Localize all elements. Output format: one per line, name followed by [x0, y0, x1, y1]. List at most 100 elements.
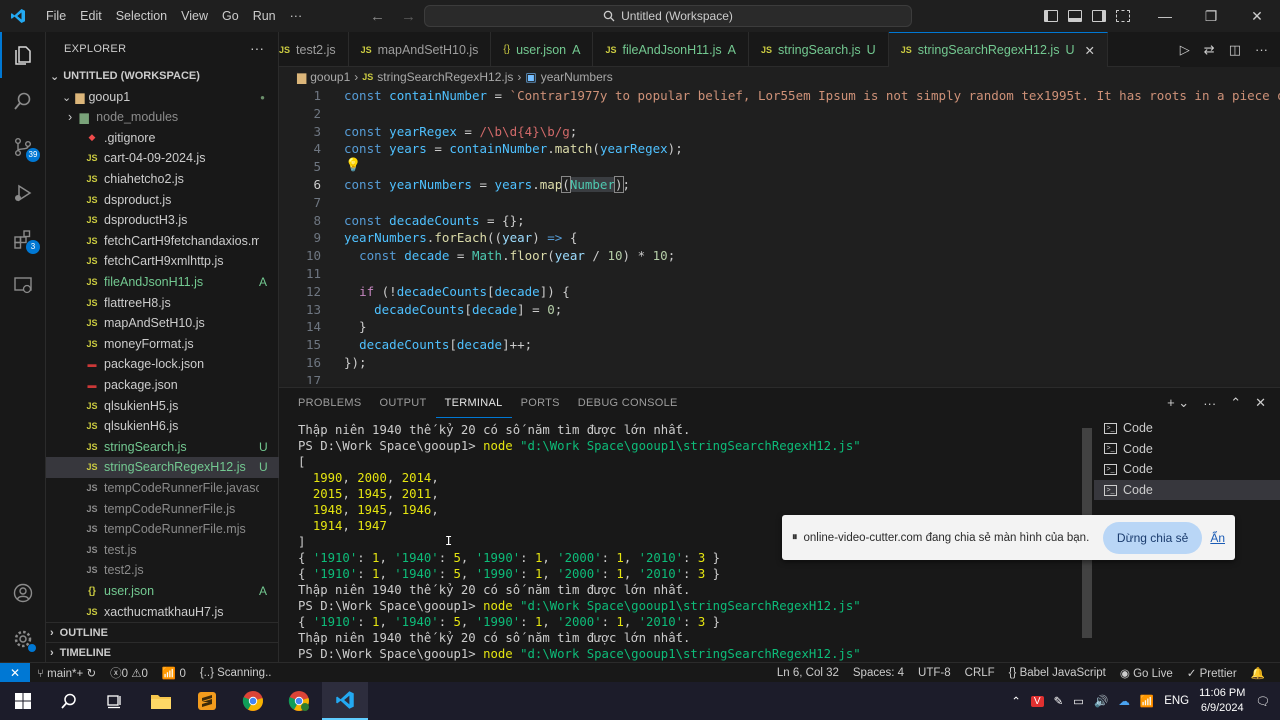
- notification-center-icon[interactable]: 🗨: [1255, 694, 1270, 708]
- line-ending[interactable]: CRLF: [958, 667, 1002, 679]
- close-icon[interactable]: ✕: [1085, 43, 1095, 58]
- file-item[interactable]: › ▆ node_modules: [46, 107, 279, 128]
- file-item[interactable]: JS qlsukienH5.js: [46, 395, 279, 416]
- restore-icon[interactable]: ❐: [1188, 0, 1234, 32]
- file-item[interactable]: JS fetchCartH9fetchandaxios.mjs: [46, 231, 279, 252]
- editor-tab[interactable]: JS fileAndJsonH11.js A: [593, 32, 749, 67]
- menu-view[interactable]: View: [174, 0, 215, 32]
- windows-start-icon[interactable]: [0, 682, 46, 720]
- run-icon[interactable]: ▷: [1180, 42, 1190, 58]
- chevron-up-icon[interactable]: ⌃: [1011, 694, 1021, 708]
- maximize-panel-icon[interactable]: ⌃: [1230, 395, 1241, 411]
- vscode-taskbar-icon[interactable]: [322, 682, 368, 720]
- command-center-search[interactable]: Untitled (Workspace): [424, 5, 912, 27]
- branch-indicator[interactable]: ⑂ main*+ ↻: [30, 666, 103, 680]
- pen-icon[interactable]: ✎: [1054, 694, 1064, 708]
- folder-gooup1[interactable]: ⌄ ▆ gooup1 ●: [46, 87, 279, 108]
- menu-file[interactable]: File: [39, 0, 73, 32]
- language-mode[interactable]: {} Babel JavaScript: [1002, 667, 1113, 679]
- explorer-icon[interactable]: [0, 32, 46, 78]
- close-panel-icon[interactable]: ✕: [1255, 395, 1266, 411]
- file-item[interactable]: JS tempCodeRunnerFile.js: [46, 498, 279, 519]
- menu-edit[interactable]: Edit: [73, 0, 109, 32]
- close-icon[interactable]: ✕: [1234, 0, 1280, 32]
- more-actions-icon[interactable]: ···: [250, 40, 264, 56]
- prettier-status[interactable]: ✓ Prettier: [1180, 666, 1244, 680]
- file-item[interactable]: ▬ package.json: [46, 375, 279, 396]
- tab-problems[interactable]: PROBLEMS: [289, 388, 371, 418]
- terminal-instance[interactable]: >_ Code: [1094, 479, 1280, 501]
- source-control-icon[interactable]: 39: [0, 124, 46, 170]
- chrome-profile-icon[interactable]: [276, 682, 322, 720]
- tab-debug-console[interactable]: DEBUG CONSOLE: [569, 388, 687, 418]
- task-view-icon[interactable]: [92, 682, 138, 720]
- breadcrumb-symbol[interactable]: yearNumbers: [541, 70, 613, 84]
- compare-icon[interactable]: ⇄: [1204, 42, 1215, 58]
- lightbulb-icon[interactable]: 💡: [345, 158, 361, 173]
- file-item[interactable]: JS xacthucmatkhauH7.js: [46, 601, 279, 622]
- customize-layout-icon[interactable]: [1116, 10, 1130, 22]
- wifi-icon[interactable]: 📶: [1140, 694, 1154, 708]
- file-item[interactable]: JS fetchCartH9xmlhttp.js: [46, 251, 279, 272]
- terminal-instance[interactable]: >_ Code: [1094, 418, 1280, 439]
- editor-tab[interactable]: {} user.json A: [491, 32, 594, 67]
- tab-terminal[interactable]: TERMINAL: [435, 388, 512, 418]
- terminal-instance[interactable]: >_ Code: [1094, 439, 1280, 460]
- outline-section[interactable]: › OUTLINE: [46, 622, 279, 642]
- cursor-position[interactable]: Ln 6, Col 32: [770, 667, 846, 679]
- menu-selection[interactable]: Selection: [109, 0, 174, 32]
- editor-tab[interactable]: JS test2.js: [279, 32, 349, 67]
- remote-indicator-icon[interactable]: ✕: [0, 662, 30, 683]
- run-debug-icon[interactable]: [0, 170, 46, 216]
- editor-tab[interactable]: JS stringSearchRegexH12.js U ✕: [888, 32, 1108, 67]
- vivaldi-tray-icon[interactable]: V: [1030, 695, 1044, 707]
- file-item[interactable]: JS fileAndJsonH11.js A: [46, 272, 279, 293]
- timeline-section[interactable]: › TIMELINE: [46, 642, 279, 662]
- file-item[interactable]: JS cart-04-09-2024.js: [46, 148, 279, 169]
- file-item[interactable]: JS test2.js: [46, 560, 279, 581]
- indentation[interactable]: Spaces: 4: [846, 667, 911, 679]
- file-explorer-icon[interactable]: [138, 682, 184, 720]
- file-item[interactable]: JS dsproductH3.js: [46, 210, 279, 231]
- notifications-bell-icon[interactable]: 🔔: [1244, 666, 1272, 680]
- editor-tab[interactable]: JS stringSearch.js U: [749, 32, 889, 67]
- usb-icon[interactable]: ▭: [1073, 694, 1084, 708]
- file-item[interactable]: JS tempCodeRunnerFile.javascript: [46, 478, 279, 499]
- problems-indicator[interactable]: ⓧ0 ⚠0: [103, 665, 155, 681]
- file-item[interactable]: JS qlsukienH6.js: [46, 416, 279, 437]
- file-item[interactable]: ▬ package-lock.json: [46, 354, 279, 375]
- remote-explorer-icon[interactable]: [0, 262, 46, 308]
- toggle-panel-icon[interactable]: [1068, 10, 1082, 22]
- file-item[interactable]: ◆ .gitignore: [46, 128, 279, 149]
- file-item[interactable]: JS mapAndSetH10.js: [46, 313, 279, 334]
- breadcrumb-folder[interactable]: gooup1: [310, 70, 350, 84]
- tab-output[interactable]: OUTPUT: [371, 388, 436, 418]
- breadcrumb-file[interactable]: stringSearchRegexH12.js: [377, 70, 513, 84]
- file-item[interactable]: JS dsproduct.js: [46, 189, 279, 210]
- forward-arrow-icon[interactable]: →: [401, 8, 416, 25]
- more-actions-icon[interactable]: ···: [1255, 42, 1268, 57]
- hide-link[interactable]: Ẩn: [1210, 531, 1225, 545]
- menu-run[interactable]: Run: [246, 0, 283, 32]
- sublime-text-icon[interactable]: [184, 682, 230, 720]
- menu-go[interactable]: Go: [215, 0, 246, 32]
- clock[interactable]: 11:06 PM 6/9/2024: [1199, 686, 1245, 716]
- go-live-button[interactable]: ◉ Go Live: [1113, 666, 1180, 680]
- file-item[interactable]: JS tempCodeRunnerFile.mjs: [46, 519, 279, 540]
- stop-sharing-button[interactable]: Dừng chia sẻ: [1102, 521, 1203, 554]
- search-icon[interactable]: [46, 682, 92, 720]
- accounts-icon[interactable]: [0, 570, 46, 616]
- tab-ports[interactable]: PORTS: [512, 388, 569, 418]
- chrome-icon[interactable]: [230, 682, 276, 720]
- volume-icon[interactable]: 🔊: [1094, 694, 1108, 708]
- file-item[interactable]: JS stringSearchRegexH12.js U: [46, 457, 279, 478]
- split-editor-icon[interactable]: ◫: [1229, 42, 1241, 58]
- code-editor[interactable]: 1 const containNumber = `Contrar1977y to…: [279, 87, 1280, 384]
- manage-gear-icon[interactable]: [0, 616, 46, 662]
- toggle-sidebar-icon[interactable]: [1044, 10, 1058, 22]
- extensions-icon[interactable]: 3: [0, 216, 46, 262]
- file-item[interactable]: JS moneyFormat.js: [46, 334, 279, 355]
- file-item[interactable]: JS test.js: [46, 540, 279, 561]
- new-terminal-icon[interactable]: + ⌄: [1167, 395, 1189, 411]
- file-item[interactable]: JS chiahetcho2.js: [46, 169, 279, 190]
